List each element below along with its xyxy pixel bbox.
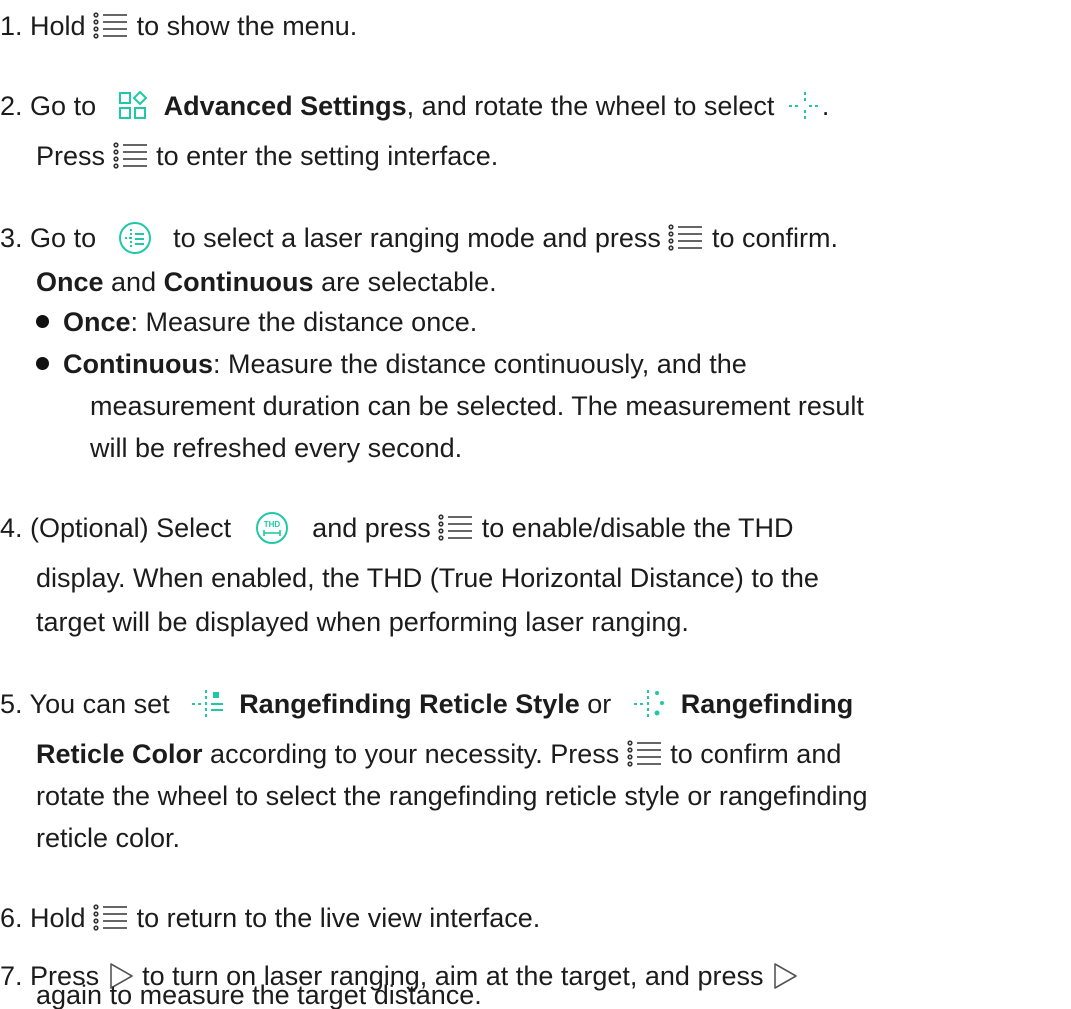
menu-icon bbox=[627, 739, 663, 769]
laser-rangefinding-icon bbox=[788, 91, 822, 121]
menu-icon bbox=[438, 513, 474, 543]
step-number: 7. bbox=[0, 961, 23, 991]
step-2: 2. Go to Advanced Settings, and rotate t… bbox=[0, 90, 830, 122]
reticle-color-icon bbox=[633, 689, 667, 719]
thd-icon: THD bbox=[255, 511, 289, 545]
step-5-line-2: Reticle Color according to your necessit… bbox=[36, 739, 842, 769]
step-number: 1. bbox=[0, 11, 23, 41]
step-number: 5. bbox=[0, 689, 23, 719]
step-1: 1. Hold to show the menu. bbox=[0, 11, 358, 41]
step-5-line-3: rotate the wheel to select the rangefind… bbox=[36, 781, 868, 811]
step-4-line-3: target will be displayed when performing… bbox=[36, 607, 689, 637]
menu-icon bbox=[113, 141, 149, 171]
step-number: 4. bbox=[0, 513, 23, 543]
svg-text:THD: THD bbox=[263, 520, 280, 529]
step-number: 2. bbox=[0, 91, 23, 121]
step-6: 6. Hold to return to the live view inter… bbox=[0, 903, 541, 933]
step-7-line-2: again to measure the target distance. bbox=[36, 982, 482, 1009]
menu-icon bbox=[93, 11, 129, 41]
play-icon bbox=[771, 961, 799, 991]
step-7: 7. Press to turn on laser ranging, aim a… bbox=[0, 956, 799, 991]
menu-icon bbox=[93, 903, 129, 933]
menu-icon bbox=[668, 223, 704, 253]
bullet-once: Once: Measure the distance once. bbox=[36, 302, 477, 342]
reticle-style-icon bbox=[191, 689, 225, 719]
bullet-continuous: Continuous: Measure the distance continu… bbox=[36, 344, 747, 384]
advanced-settings-icon bbox=[118, 90, 150, 122]
step-3: 3. Go to to select a laser ranging mode … bbox=[0, 218, 838, 258]
step-number: 3. bbox=[0, 223, 23, 253]
step-5-line-4: reticle color. bbox=[36, 823, 181, 853]
bullet-dot bbox=[36, 357, 49, 371]
step-4: 4. (Optional) Select THD and press to en… bbox=[0, 508, 793, 548]
step-5: 5. You can set Rangefinding Reticle Styl… bbox=[0, 689, 854, 719]
instruction-document: 1. Hold to show the menu. 2. Go to Advan… bbox=[0, 0, 1071, 1009]
step-number: 6. bbox=[0, 903, 23, 933]
bullet-continuation: measurement duration can be selected. Th… bbox=[90, 391, 864, 421]
step-4-line-2: display. When enabled, the THD (True Hor… bbox=[36, 563, 819, 593]
bullet-continuation: will be refreshed every second. bbox=[90, 433, 463, 463]
ranging-mode-icon bbox=[118, 221, 152, 255]
bullet-dot bbox=[36, 315, 49, 329]
step-3-line-2: Once and Continuous are selectable. bbox=[36, 267, 497, 297]
step-2-line-2: Press to enter the setting interface. bbox=[36, 141, 499, 171]
